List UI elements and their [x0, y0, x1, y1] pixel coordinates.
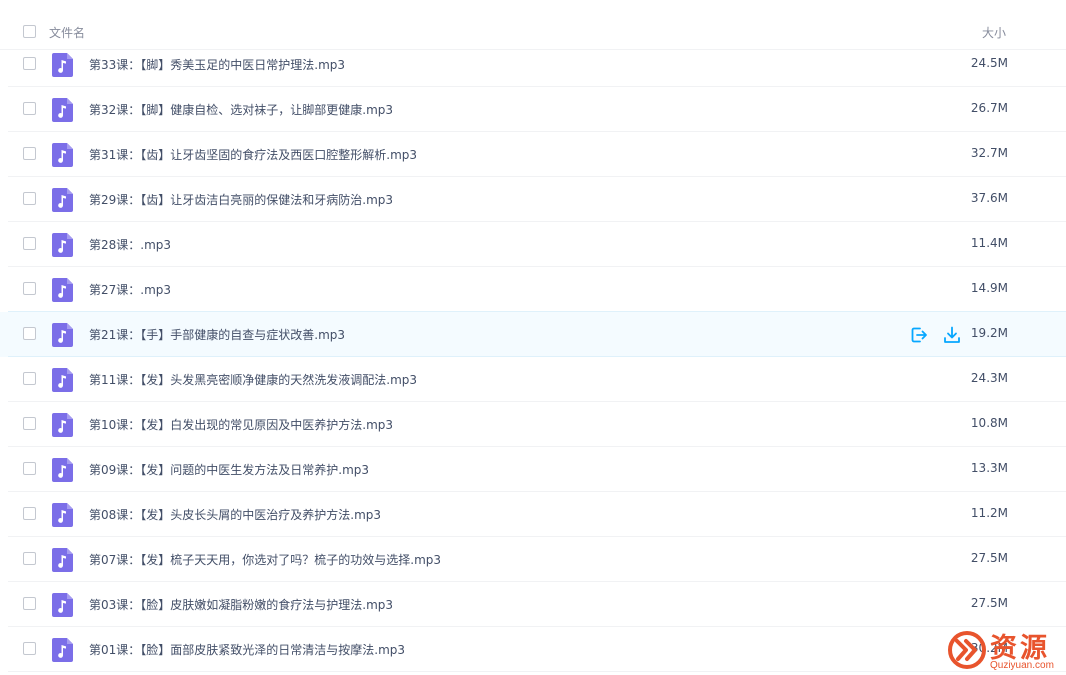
row-checkbox[interactable] [23, 192, 36, 205]
file-name[interactable]: 第29课：【齿】让牙齿洁白亮丽的保健法和牙病防治.mp3 [89, 191, 393, 208]
file-row[interactable]: 第09课：【发】问题的中医生发方法及日常养护.mp3 13.3M [0, 447, 1066, 492]
row-checkbox[interactable] [23, 597, 36, 610]
file-row[interactable]: 第10课：【发】白发出现的常见原因及中医养护方法.mp3 10.8M [0, 402, 1066, 447]
row-checkbox[interactable] [23, 327, 36, 340]
share-export-icon[interactable] [910, 326, 928, 344]
row-checkbox[interactable] [23, 552, 36, 565]
row-checkbox[interactable] [23, 507, 36, 520]
file-row[interactable]: 第08课：【发】头皮长头屑的中医治疗及养护方法.mp3 11.2M [0, 492, 1066, 537]
file-name[interactable]: 第09课：【发】问题的中医生发方法及日常养护.mp3 [89, 461, 369, 478]
file-size: 37.6M [970, 191, 1008, 205]
file-name[interactable]: 第08课：【发】头皮长头屑的中医治疗及养护方法.mp3 [89, 506, 381, 523]
file-size: 13.3M [970, 461, 1008, 475]
select-all-checkbox[interactable] [23, 25, 36, 38]
watermark-logo: 资源 Quziyuan.com [944, 626, 1066, 675]
download-icon[interactable] [943, 326, 961, 344]
music-note-icon [52, 503, 73, 527]
music-note-icon [52, 278, 73, 302]
row-checkbox[interactable] [23, 57, 36, 70]
file-row-hovered[interactable]: 第21课：【手】手部健康的自查与症状改善.mp3 19.2M [0, 311, 1066, 357]
file-list: 文件名 大小 第33课：【脚】秀美玉足的中医日常护理法.mp3 24.5M 第3… [0, 0, 1066, 675]
file-name[interactable]: 第33课：【脚】秀美玉足的中医日常护理法.mp3 [89, 56, 345, 73]
file-rows: 第33课：【脚】秀美玉足的中医日常护理法.mp3 24.5M 第32课：【脚】健… [0, 42, 1066, 672]
music-note-icon [52, 593, 73, 617]
file-row[interactable]: 第01课：【脸】面部皮肤紧致光泽的日常清洁与按摩法.mp3 30.2M [0, 627, 1066, 672]
music-note-icon [52, 53, 73, 77]
file-size: 24.5M [970, 56, 1008, 70]
file-name[interactable]: 第03课：【脸】皮肤嫩如凝脂粉嫩的食疗法与护理法.mp3 [89, 596, 393, 613]
file-size: 27.5M [970, 596, 1008, 610]
file-name[interactable]: 第01课：【脸】面部皮肤紧致光泽的日常清洁与按摩法.mp3 [89, 641, 405, 658]
file-name[interactable]: 第31课：【齿】让牙齿坚固的食疗法及西医口腔整形解析.mp3 [89, 146, 417, 163]
music-note-icon [52, 323, 73, 347]
row-checkbox[interactable] [23, 417, 36, 430]
file-name[interactable]: 第10课：【发】白发出现的常见原因及中医养护方法.mp3 [89, 416, 393, 433]
column-header-size[interactable]: 大小 [982, 24, 1006, 41]
file-name[interactable]: 第21课：【手】手部健康的自查与症状改善.mp3 [89, 326, 345, 343]
file-size: 14.9M [970, 281, 1008, 295]
row-checkbox[interactable] [23, 372, 36, 385]
file-row[interactable]: 第27课：.mp3 14.9M [0, 267, 1066, 312]
watermark-emblem-icon [948, 631, 986, 669]
file-name[interactable]: 第27课：.mp3 [89, 281, 171, 298]
music-note-icon [52, 143, 73, 167]
file-size: 24.3M [970, 371, 1008, 385]
music-note-icon [52, 233, 73, 257]
music-note-icon [52, 413, 73, 437]
file-row[interactable]: 第33课：【脚】秀美玉足的中医日常护理法.mp3 24.5M [0, 42, 1066, 87]
file-row[interactable]: 第29课：【齿】让牙齿洁白亮丽的保健法和牙病防治.mp3 37.6M [0, 177, 1066, 222]
file-row[interactable]: 第07课：【发】梳子天天用，你选对了吗？梳子的功效与选择.mp3 27.5M [0, 537, 1066, 582]
music-note-icon [52, 638, 73, 662]
file-size: 11.4M [970, 236, 1008, 250]
row-checkbox[interactable] [23, 237, 36, 250]
file-name[interactable]: 第32课：【脚】健康自检、选对袜子，让脚部更健康.mp3 [89, 101, 393, 118]
file-size: 19.2M [970, 326, 1008, 340]
music-note-icon [52, 458, 73, 482]
row-checkbox[interactable] [23, 642, 36, 655]
file-size: 11.2M [970, 506, 1008, 520]
music-note-icon [52, 188, 73, 212]
music-note-icon [52, 98, 73, 122]
file-size: 26.7M [970, 101, 1008, 115]
file-row[interactable]: 第32课：【脚】健康自检、选对袜子，让脚部更健康.mp3 26.7M [0, 87, 1066, 132]
music-note-icon [52, 548, 73, 572]
row-checkbox[interactable] [23, 462, 36, 475]
file-size: 10.8M [970, 416, 1008, 430]
file-name[interactable]: 第11课：【发】头发黑亮密顺净健康的天然洗发液调配法.mp3 [89, 371, 417, 388]
file-size: 27.5M [970, 551, 1008, 565]
watermark-latin-text: Quziyuan.com [990, 660, 1054, 671]
file-row[interactable]: 第28课：.mp3 11.4M [0, 222, 1066, 267]
file-row[interactable]: 第03课：【脸】皮肤嫩如凝脂粉嫩的食疗法与护理法.mp3 27.5M [0, 582, 1066, 627]
file-row[interactable]: 第31课：【齿】让牙齿坚固的食疗法及西医口腔整形解析.mp3 32.7M [0, 132, 1066, 177]
file-size: 32.7M [970, 146, 1008, 160]
file-row[interactable]: 第11课：【发】头发黑亮密顺净健康的天然洗发液调配法.mp3 24.3M [0, 357, 1066, 402]
file-name[interactable]: 第07课：【发】梳子天天用，你选对了吗？梳子的功效与选择.mp3 [89, 551, 441, 568]
row-checkbox[interactable] [23, 102, 36, 115]
row-checkbox[interactable] [23, 147, 36, 160]
music-note-icon [52, 368, 73, 392]
column-header-name[interactable]: 文件名 [49, 24, 85, 41]
file-name[interactable]: 第28课：.mp3 [89, 236, 171, 253]
row-checkbox[interactable] [23, 282, 36, 295]
